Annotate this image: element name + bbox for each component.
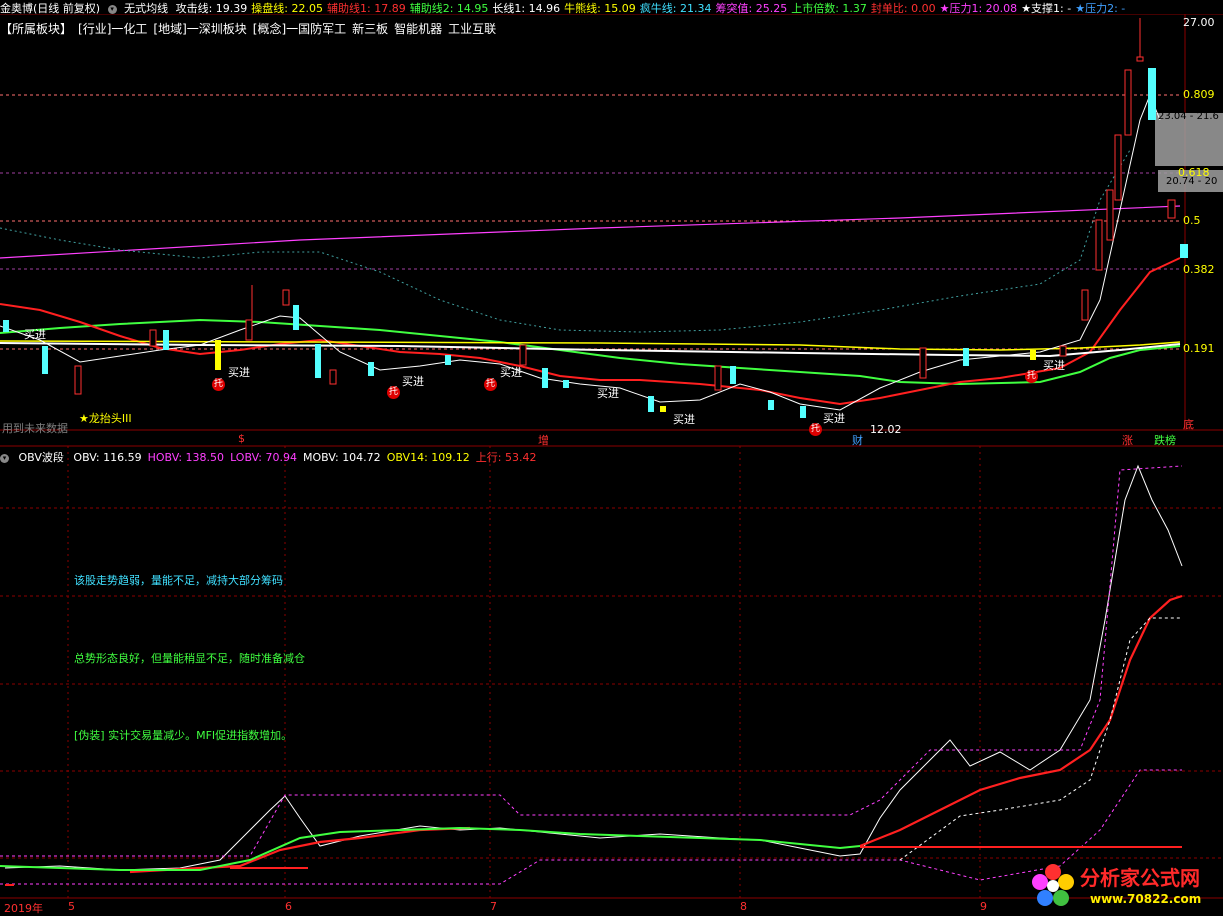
obv-dropdown-icon[interactable]: ▾ <box>0 453 9 463</box>
message-weak-trend: 该股走势趋弱，量能不足，减持大部分筹码 <box>74 574 283 587</box>
price-label-range2: 20.74 - 20 <box>1166 176 1218 187</box>
candles <box>3 18 1188 418</box>
indicator-value-11: ★支撑1: - <box>1021 2 1072 15</box>
upper-band-line <box>0 149 1131 333</box>
tuo-badge: 托 <box>484 378 497 391</box>
flower-logo-icon <box>1032 864 1074 906</box>
indicator-value-0: 攻击线: 19.39 <box>175 2 248 15</box>
indicator-value-8: 上市倍数: 1.37 <box>791 2 867 15</box>
sector-item-3[interactable]: [概念]一国防军工 <box>253 22 346 36</box>
xaxis-month-5: 5 <box>68 900 75 913</box>
app-title[interactable]: 金奥博(日线 前复权) <box>0 2 100 15</box>
buy-signal: 买进 <box>402 375 424 388</box>
obv-green-line <box>0 826 861 871</box>
marker-cai: 财 <box>852 434 863 447</box>
obv-red-line <box>129 826 471 874</box>
obv-name[interactable]: OBV波段 <box>19 451 64 464</box>
buy-signal: 买进 <box>228 366 250 379</box>
marker-dieb: 跌榜 <box>1154 434 1176 447</box>
watermark-logo: 分析家公式网 www.70822.com <box>1028 860 1218 912</box>
sector-item-2[interactable]: [地域]一深圳板块 <box>153 22 246 36</box>
obv-value-2: LOBV: 70.94 <box>230 451 297 464</box>
obv-value-4: OBV14: 109.12 <box>386 451 470 464</box>
xaxis-month-6: 6 <box>285 900 292 913</box>
indicator-value-12: ★压力2: - <box>1075 2 1126 15</box>
thin-price-line <box>0 93 1161 411</box>
tuo-badge: 托 <box>212 378 225 391</box>
message-good-pattern: 总势形态良好，但量能稍显不足，随时准备减仓 <box>74 652 305 665</box>
xaxis-month-8: 8 <box>740 900 747 913</box>
sector-item-1[interactable]: [行业]一化工 <box>78 22 147 36</box>
dragon-label: ★龙抬头III <box>79 412 132 425</box>
obv-magenta-lower <box>0 769 1182 885</box>
tuo-badge: 托 <box>809 423 822 436</box>
marker-dollar: $ <box>238 432 245 445</box>
indicator-value-10: ★压力1: 20.08 <box>939 2 1018 15</box>
tuo-badge: 托 <box>387 386 400 399</box>
watermark-url: www.70822.com <box>1090 892 1202 906</box>
price-label-05: 0.5 <box>1183 214 1201 227</box>
indicator-value-5: 牛熊线: 15.09 <box>564 2 636 15</box>
fib-levels <box>0 94 1180 350</box>
buy-signal: 买进 <box>673 413 695 426</box>
price-label-0191: 0.191 <box>1183 342 1215 355</box>
marker-zeng: 增 <box>538 434 549 447</box>
future-data-label: 用到未来数据 <box>2 422 68 435</box>
obv-value-1: HOBV: 138.50 <box>147 451 225 464</box>
sector-bar: 【所属板块】 [行业]一化工 [地域]一深圳板块 [概念]一国防军工 新三板 智能机器 工业… <box>0 20 502 37</box>
buy-signal: 买进 <box>500 366 522 379</box>
price-label-0809: 0.809 <box>1183 88 1215 101</box>
tuo-badge: 托 <box>1025 370 1038 383</box>
indicator-value-4: 长线1: 14.96 <box>492 2 561 15</box>
message-disguise: [伪装] 实计交易量减少。MFI促进指数增加。 <box>74 729 293 742</box>
indicator-top-bar: 金奥博(日线 前复权) ▾ 无式均线 攻击线: 19.39 操盘线: 22.05 辅… <box>0 0 1223 15</box>
obv-value-3: MOBV: 104.72 <box>303 451 381 464</box>
xaxis-year: 2019年 <box>4 902 43 915</box>
sector-item-5[interactable]: 智能机器 <box>394 22 442 36</box>
indicator-value-2: 辅助线1: 17.89 <box>327 2 406 15</box>
price-label-range1: 23.04 - 21.6 <box>1158 111 1219 122</box>
xaxis-month-9: 9 <box>980 900 987 913</box>
indicator-dropdown-icon[interactable]: ▾ <box>107 4 117 14</box>
obv-value-5: 上行: 53.42 <box>475 451 537 464</box>
obv-value-0: OBV: 116.59 <box>73 451 142 464</box>
watermark-title: 分析家公式网 <box>1080 866 1200 890</box>
purple-trend-line <box>0 205 1181 259</box>
buy-signal: 买进 <box>24 328 46 341</box>
marker-di: 底 <box>1183 418 1194 431</box>
price-label-27: 27.00 <box>1183 16 1215 29</box>
obv-indicator-bar: ▾ OBV波段 OBV: 116.59 HOBV: 138.50 LOBV: 70.… <box>0 449 548 465</box>
low-price-label: 12.02 <box>870 423 902 436</box>
xaxis-month-7: 7 <box>490 900 497 913</box>
obv-grid <box>0 507 1223 859</box>
indicator-value-7: 筹突值: 25.25 <box>715 2 788 15</box>
buy-signal: 买进 <box>823 412 845 425</box>
obv-red-line-2 <box>859 594 1183 848</box>
green-ma-line <box>0 318 1181 386</box>
obv-white-dashed <box>899 617 1180 861</box>
marker-zhang: 涨 <box>1122 434 1133 447</box>
sector-item-6[interactable]: 工业互联 <box>448 22 496 36</box>
indicator-value-9: 封单比: 0.00 <box>870 2 936 15</box>
indicator-name[interactable]: 无式均线 <box>124 2 168 15</box>
indicator-value-6: 疯牛线: 21.34 <box>639 2 712 15</box>
indicator-value-3: 辅助线2: 14.95 <box>409 2 489 15</box>
buy-signal: 买进 <box>1043 359 1065 372</box>
sector-item-0[interactable]: 【所属板块】 <box>0 22 72 36</box>
indicator-value-1: 操盘线: 22.05 <box>251 2 323 15</box>
buy-signal: 买进 <box>597 387 619 400</box>
sector-item-4[interactable]: 新三板 <box>352 22 388 36</box>
price-label-0382: 0.382 <box>1183 263 1215 276</box>
